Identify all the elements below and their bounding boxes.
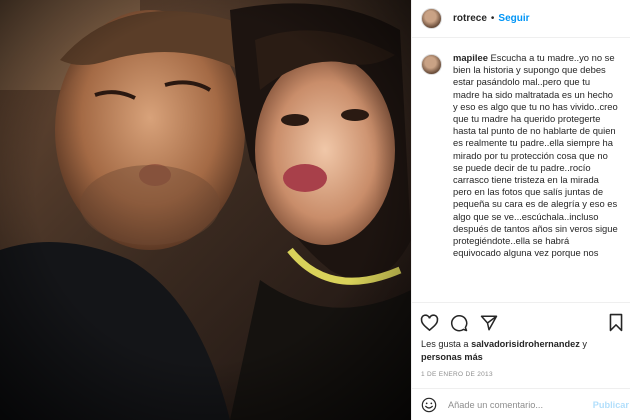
- comment-body: Escucha a tu madre..yo no se bien la his…: [453, 52, 618, 259]
- share-button[interactable]: [478, 312, 500, 334]
- actions-bar: [412, 302, 630, 342]
- likes-prefix: Les gusta a: [421, 339, 469, 349]
- comment-item: mapilee Escucha a tu madre..yo no se bie…: [421, 52, 630, 259]
- add-comment-bar: Publicar: [412, 388, 630, 420]
- likes-user[interactable]: salvadorisidrohernandez: [471, 339, 580, 349]
- selfie-image: [0, 0, 411, 420]
- post-photo[interactable]: [0, 0, 411, 420]
- comment-button[interactable]: [448, 312, 470, 334]
- comments-list[interactable]: mapilee Escucha a tu madre..yo no se bie…: [412, 52, 630, 300]
- follow-button[interactable]: Seguir: [498, 13, 529, 24]
- emoji-icon[interactable]: [421, 397, 437, 413]
- commenter-avatar[interactable]: [421, 54, 442, 75]
- publish-button[interactable]: Publicar: [593, 400, 629, 410]
- commenter-username[interactable]: mapilee: [453, 52, 488, 63]
- post-header: rotrece • Seguir: [412, 0, 630, 38]
- comment-input[interactable]: [448, 399, 583, 410]
- separator-dot: •: [490, 13, 495, 24]
- bookmark-icon: [609, 313, 623, 332]
- like-button[interactable]: [418, 312, 440, 334]
- heart-icon: [420, 313, 438, 331]
- post-sidebar: rotrece • Seguir mapilee Escucha a tu ma…: [411, 0, 630, 420]
- comment-text-block: mapilee Escucha a tu madre..yo no se bie…: [453, 52, 618, 259]
- post-date[interactable]: 1 DE ENERO DE 2013: [421, 371, 493, 378]
- share-icon: [480, 315, 498, 330]
- author-avatar[interactable]: [421, 8, 442, 29]
- author-username[interactable]: rotrece: [453, 13, 487, 24]
- save-button[interactable]: [605, 312, 627, 334]
- comment-icon: [451, 314, 468, 331]
- likes-connector: y: [582, 339, 587, 349]
- likes-others[interactable]: personas más: [421, 352, 483, 362]
- likes-summary: Les gusta a salvadorisidrohernandez y pe…: [421, 338, 626, 364]
